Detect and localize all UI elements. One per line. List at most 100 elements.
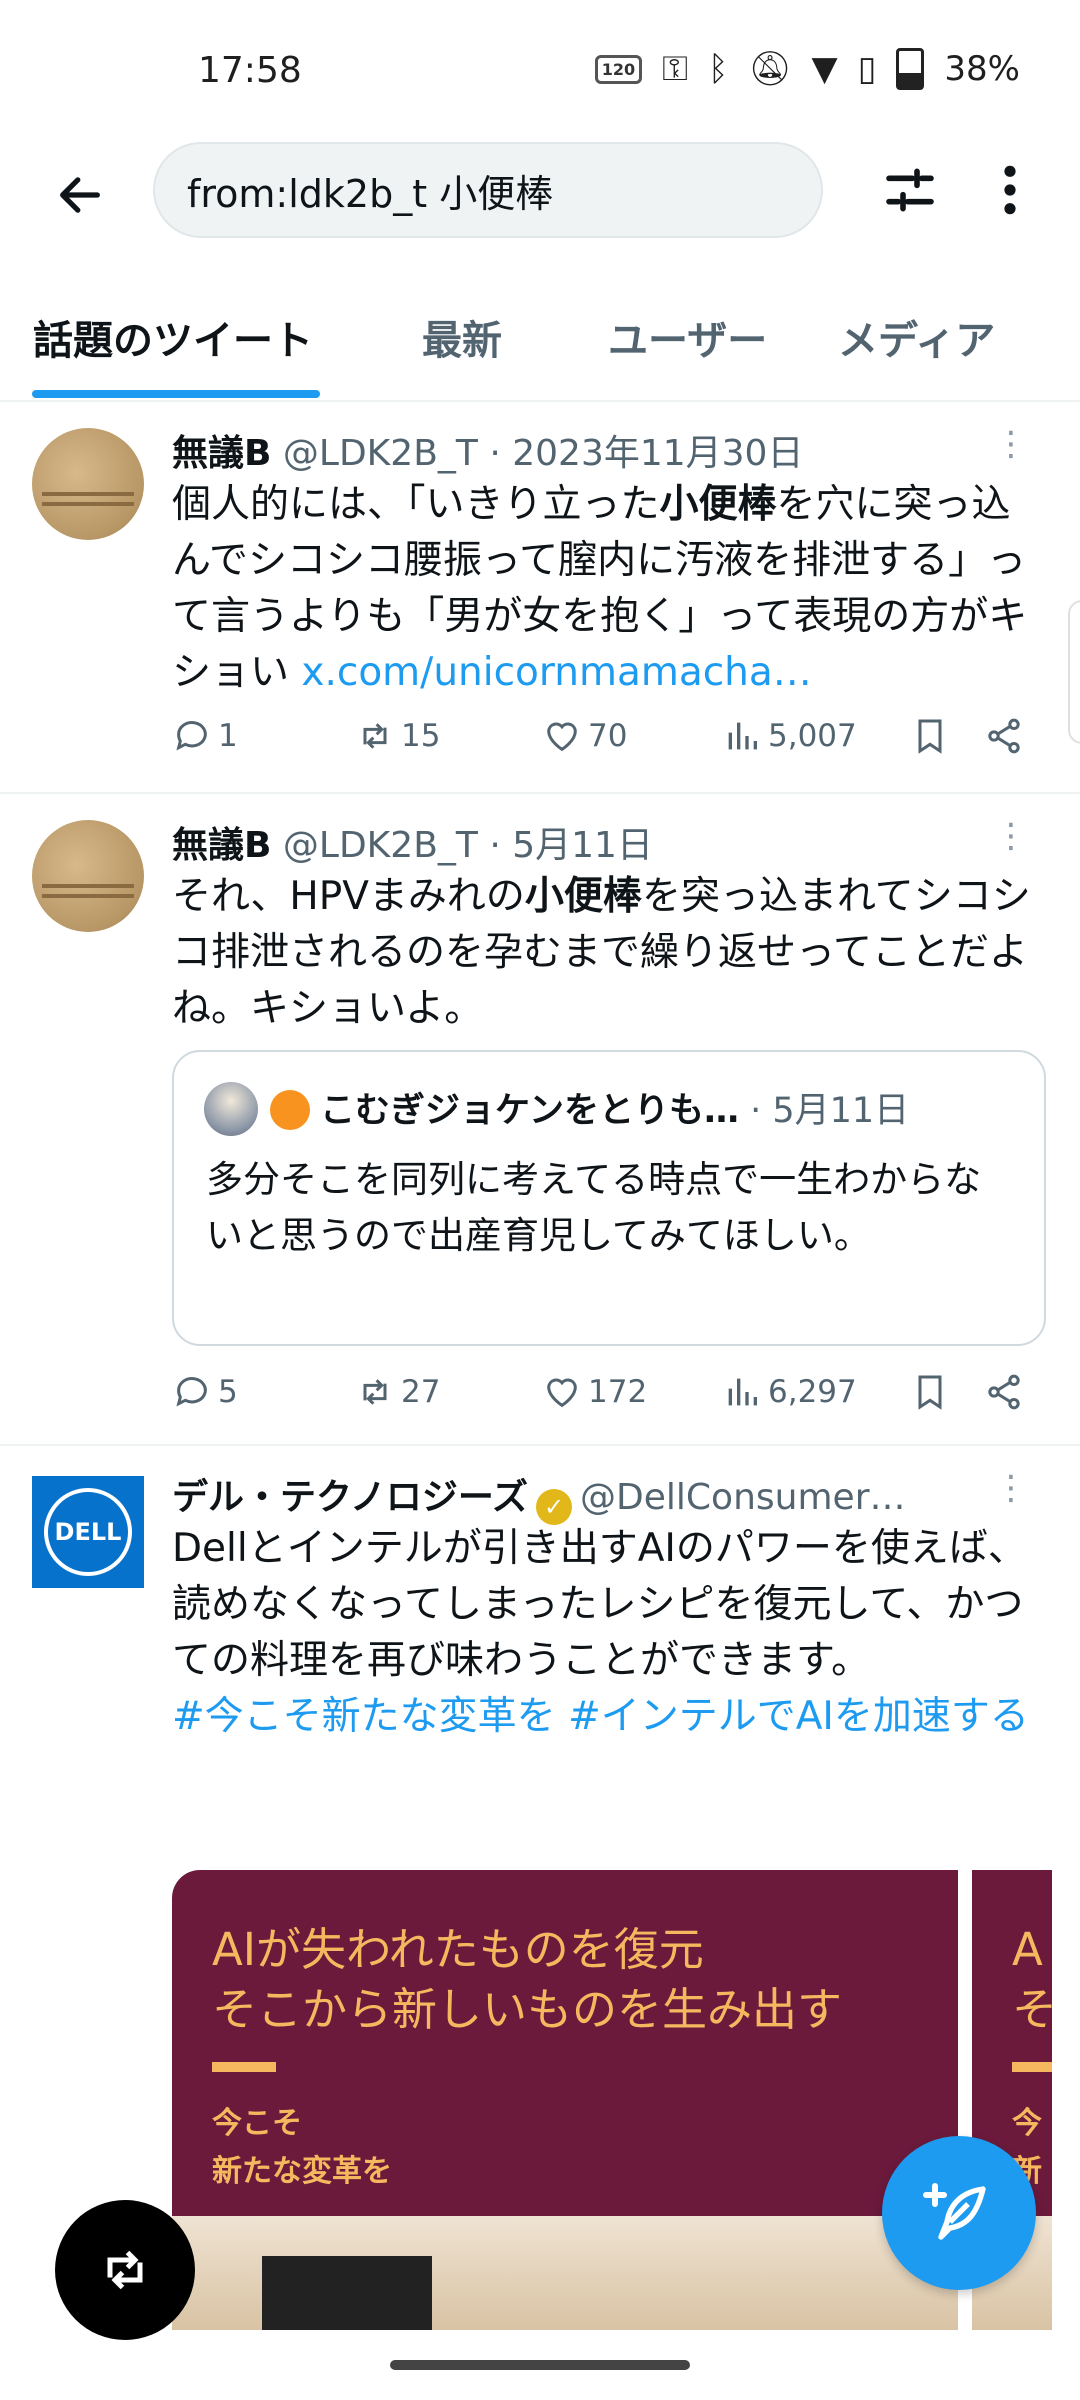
share-icon [988,718,1020,754]
tweet-header: デル・テクノロジーズ ✓ @DellConsumer… [172,1468,906,1525]
quote-author-name: こむぎジョケンをとりも… [320,1091,739,1131]
more-options-button[interactable] [980,150,1040,230]
orange-circle-icon [270,1090,310,1130]
views-button[interactable]: 6,297 [722,1372,857,1412]
dell-logo-text: DELL [44,1488,132,1576]
reply-count: 1 [218,718,238,754]
like-button[interactable]: 70 [542,716,627,756]
retweet-count: 27 [401,1374,441,1410]
like-button[interactable]: 172 [542,1372,647,1412]
views-count: 6,297 [768,1374,857,1410]
dell-logo-avatar[interactable]: DELL [32,1476,144,1588]
notifications-off-icon: 🔕︎ [748,49,792,89]
views-chart-icon [728,1378,757,1406]
home-indicator[interactable] [390,2360,690,2370]
search-tabs: 話題のツイート 最新 ユーザー メディア [0,290,1080,402]
heart-icon [547,1378,577,1408]
card-subtitle: 今こそ 新たな変革を [212,2106,392,2189]
retweet-icon [363,723,387,749]
vertical-dots-icon [1004,165,1016,215]
tweet-more-icon[interactable]: ⋮ [994,816,1028,856]
retweet-count: 15 [401,718,441,754]
quoted-tweet[interactable]: こむぎジョケンをとりも… · 5月11日 多分そこを同列に考えてる時点で一生わか… [172,1050,1046,1346]
views-count: 5,007 [768,718,857,754]
tweet-more-icon[interactable]: ⋮ [994,424,1028,464]
share-button[interactable] [984,1372,1024,1412]
tweet-date: · 5月11日 [489,825,653,866]
like-count: 70 [588,718,628,754]
laptop-image [262,2256,432,2330]
tab-top[interactable]: 話題のツイート [33,308,313,366]
tweet-actions: 1 15 70 5,007 [172,716,1032,772]
reply-button[interactable]: 5 [172,1372,238,1412]
retweet-button[interactable]: 15 [355,716,440,756]
card-accent-bar [1012,2062,1052,2072]
card-accent-bar [212,2062,276,2072]
reply-button[interactable]: 1 [172,716,238,756]
tweet[interactable]: 無議B @LDK2B_T · 5月11日 ⋮ それ、HPVまみれの小便棒を突っ込… [0,794,1080,1446]
battery-icon [896,48,925,90]
active-tab-indicator [32,390,320,398]
back-button[interactable] [40,155,120,235]
tweet-actions: 5 27 172 6,297 [172,1372,1032,1428]
author-handle: @LDK2B_T [282,825,478,866]
reply-count: 5 [218,1374,238,1410]
avatar[interactable] [32,820,144,932]
retweet-icon [107,2250,143,2290]
share-button[interactable] [984,716,1024,756]
tweet-header: 無議B @LDK2B_T · 5月11日 [172,816,653,868]
verified-badge-icon: ✓ [536,1489,573,1525]
battery-percent: 38% [944,49,1020,89]
quote-text: 多分そこを同列に考えてる時点で一生わからないと思うので出産育児してみてほしい。 [206,1158,982,1257]
vpn-key-icon: ⚿ [662,49,688,89]
tweet-text: 個人的には、「いきり立った小便棒を穴に突っ込んでシコシコ腰振って膣内に汚液を排泄… [172,482,1028,695]
author-name[interactable]: 無議B [172,825,271,866]
like-count: 172 [588,1374,648,1410]
author-name[interactable]: デル・テクノロジーズ [172,1477,528,1518]
edge-panel-handle[interactable] [1068,600,1080,744]
reply-icon [176,1377,207,1407]
status-time: 17:58 [198,50,302,91]
views-button[interactable]: 5,007 [722,716,857,756]
tweet-link[interactable]: x.com/unicornmamacha… [301,650,811,695]
tweet-date: · 2023年11月30日 [489,433,804,474]
card-photo [172,2216,958,2330]
card-headline: Aそ [1012,1923,1052,2036]
compose-feather-icon [923,2183,986,2240]
retweet-icon [363,1379,387,1405]
tab-latest[interactable]: 最新 [422,308,502,366]
wifi-icon: ▼ [811,49,838,89]
retweet-button[interactable]: 27 [355,1372,440,1412]
media-card[interactable]: AIが失われたものを復元 そこから新しいものを生み出す 今こそ 新たな変革を [172,1870,958,2330]
tab-media[interactable]: メディア [838,308,995,366]
back-arrow-icon [60,177,100,213]
bluetooth-icon: ᛒ [707,49,729,89]
tab-people[interactable]: ユーザー [608,308,767,366]
card-headline: AIが失われたものを復元 そこから新しいものを生み出す [212,1923,843,2036]
reply-icon [176,721,207,751]
tweet-more-icon[interactable]: ⋮ [994,1468,1028,1508]
search-filter-button[interactable] [870,150,950,230]
avatar[interactable] [32,428,144,540]
quote-avatar [204,1082,258,1136]
bookmark-button[interactable] [910,716,950,756]
hashtags[interactable]: #今こそ新たな変革を #インテルでAIを加速する [172,1694,1029,1739]
tweet[interactable]: 無議B @LDK2B_T · 2023年11月30日 ⋮ 個人的には、「いきり立… [0,402,1080,794]
heart-icon [547,722,577,752]
quote-header: こむぎジョケンをとりも… · 5月11日 [270,1082,909,1133]
quote-date: · 5月11日 [750,1091,910,1131]
author-name[interactable]: 無議B [172,433,271,474]
bookmark-icon [918,1375,942,1410]
tweet-header: 無議B @LDK2B_T · 2023年11月30日 [172,424,803,476]
views-chart-icon [728,722,757,750]
no-sim-icon: ▯ [857,49,877,89]
compose-tweet-button[interactable] [882,2136,1036,2290]
bookmark-button[interactable] [910,1372,950,1412]
tweet-text: Dellとインテルが引き出すAIのパワーを使えば、読めなくなってしまったレシピを… [172,1526,1029,1739]
search-input[interactable]: from:ldk2b_t 小便棒 [153,142,823,238]
author-handle: @DellConsumer… [580,1477,906,1518]
filter-sliders-icon [886,168,934,212]
retweet-fab[interactable] [55,2200,195,2340]
bookmark-icon [918,719,942,754]
author-handle: @LDK2B_T [282,433,478,474]
